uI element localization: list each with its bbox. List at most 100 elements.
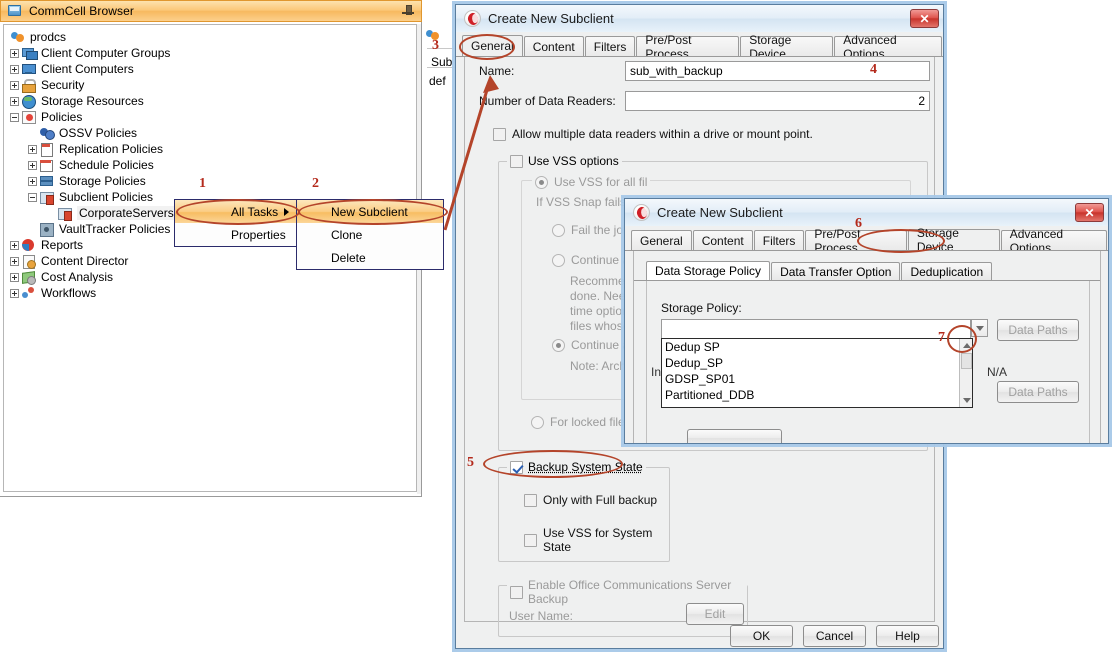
tree-item-replication-policies[interactable]: Replication Policies xyxy=(28,141,414,157)
tree-expand-icon[interactable] xyxy=(10,81,19,90)
name-input[interactable]: sub_with_backup xyxy=(625,61,930,81)
continue-1-radio[interactable] xyxy=(552,254,565,267)
menu-item-all-tasks[interactable]: All Tasks xyxy=(175,200,297,223)
tree-collapse-icon[interactable] xyxy=(28,193,37,202)
tree-expand-icon[interactable] xyxy=(10,289,19,298)
dropdown-scrollbar[interactable] xyxy=(959,339,972,407)
dialog1-tabstrip[interactable]: General Content Filters Pre/Post Process… xyxy=(456,35,943,57)
tree-item-label: Client Computer Groups xyxy=(41,46,170,60)
tree-item-label: Policies xyxy=(41,110,82,124)
tree-expand-icon[interactable] xyxy=(28,177,37,186)
tab-storage-device[interactable]: Storage Device xyxy=(740,36,833,57)
only-with-full-backup-checkbox[interactable] xyxy=(524,494,537,507)
fail-the-job-radio[interactable] xyxy=(552,224,565,237)
use-vss-all-files-radio[interactable] xyxy=(535,176,548,189)
tree-item-security[interactable]: Security xyxy=(10,77,414,93)
storage-policy-dropdown-button[interactable] xyxy=(971,319,988,337)
tab-storage-device[interactable]: Storage Device xyxy=(908,229,1000,251)
tree-item-label: Security xyxy=(41,78,84,92)
menu-item-delete[interactable]: Delete xyxy=(297,246,443,269)
tree-item-workflows[interactable]: Workflows xyxy=(10,285,414,301)
submenu-all-tasks[interactable]: New Subclient Clone Delete xyxy=(296,199,444,270)
tree-item-root[interactable]: prodcs xyxy=(10,29,414,45)
tree-item-label: Reports xyxy=(41,238,83,252)
menu-item-properties[interactable]: Properties xyxy=(175,223,297,246)
data-readers-input[interactable]: 2 xyxy=(625,91,930,111)
edit-button[interactable]: Edit xyxy=(686,603,744,625)
tab-filters[interactable]: Filters xyxy=(585,36,636,57)
tree-collapse-icon[interactable] xyxy=(10,113,19,122)
tab-pre-post-process[interactable]: Pre/Post Process xyxy=(636,36,739,57)
scroll-down-icon[interactable] xyxy=(960,394,973,407)
tree-expand-icon[interactable] xyxy=(28,145,37,154)
occluded-text-default: def xyxy=(429,74,446,88)
data-paths-button-2[interactable]: Data Paths xyxy=(997,381,1079,403)
tab-general[interactable]: General xyxy=(631,230,692,251)
allow-multiple-readers-checkbox[interactable] xyxy=(493,128,506,141)
subtab-deduplication[interactable]: Deduplication xyxy=(901,262,992,281)
use-vss-system-state-checkbox[interactable] xyxy=(524,534,537,547)
menu-item-clone[interactable]: Clone xyxy=(297,223,443,246)
tree-item-ossv-policies[interactable]: OSSV Policies xyxy=(28,125,414,141)
tree-item-cost-analysis[interactable]: Cost Analysis xyxy=(10,269,414,285)
fail-the-job-row[interactable]: Fail the job xyxy=(552,223,630,237)
enable-ocs-backup-checkbox[interactable] xyxy=(510,586,523,599)
close-icon[interactable]: ✕ xyxy=(910,9,939,28)
context-menu[interactable]: All Tasks Properties xyxy=(174,199,298,247)
data-paths-button-1[interactable]: Data Paths xyxy=(997,319,1079,341)
use-vss-options-header[interactable]: Use VSS options xyxy=(507,154,622,168)
storage-policy-dropdown-list[interactable]: Dedup SP Dedup_SP GDSP_SP01 Partitioned_… xyxy=(661,338,973,408)
tab-pre-post-process[interactable]: Pre/Post Process xyxy=(805,230,906,251)
tree-expand-icon[interactable] xyxy=(10,257,19,266)
tree-expand-icon[interactable] xyxy=(10,49,19,58)
tab-advanced-options[interactable]: Advanced Options xyxy=(1001,230,1107,251)
close-icon[interactable]: ✕ xyxy=(1075,203,1104,222)
use-vss-options-checkbox[interactable] xyxy=(510,155,523,168)
subtab-data-transfer-option[interactable]: Data Transfer Option xyxy=(771,262,900,281)
tab-advanced-options[interactable]: Advanced Options xyxy=(834,36,942,57)
scrollbar-thumb[interactable] xyxy=(961,353,972,369)
tree-item-client-computer-groups[interactable]: Client Computer Groups xyxy=(10,45,414,61)
dialog2-subtabstrip[interactable]: Data Storage Policy Data Transfer Option… xyxy=(634,261,1100,281)
data-storage-policy-panel: Storage Policy: In N/A Data Paths Data P… xyxy=(646,281,1090,444)
subtab-data-storage-policy[interactable]: Data Storage Policy xyxy=(646,261,770,281)
tree-expand-icon[interactable] xyxy=(10,273,19,282)
tab-content[interactable]: Content xyxy=(693,230,753,251)
tab-content[interactable]: Content xyxy=(524,36,584,57)
menu-item-label: All Tasks xyxy=(231,205,278,219)
dropdown-option[interactable]: GDSP_SP01 xyxy=(662,371,972,387)
only-with-full-backup-row[interactable]: Only with Full backup xyxy=(524,493,657,507)
use-vss-system-state-row[interactable]: Use VSS for System State xyxy=(524,526,669,554)
tab-filters[interactable]: Filters xyxy=(754,230,805,251)
backup-system-state-checkbox[interactable] xyxy=(510,461,523,474)
allow-multiple-readers-row[interactable]: Allow multiple data readers within a dri… xyxy=(493,127,813,141)
ok-button[interactable]: OK xyxy=(730,625,793,647)
enable-ocs-backup-header[interactable]: Enable Office Communications Server Back… xyxy=(507,578,747,606)
tab-general[interactable]: General xyxy=(462,35,523,57)
pin-icon[interactable] xyxy=(401,4,415,18)
tree-item-client-computers[interactable]: Client Computers xyxy=(10,61,414,77)
use-vss-all-files-row[interactable]: Use VSS for all fil xyxy=(532,175,650,189)
dropdown-option[interactable]: Dedup_SP xyxy=(662,355,972,371)
tree-item-schedule-policies[interactable]: Schedule Policies xyxy=(28,157,414,173)
help-button[interactable]: Help xyxy=(876,625,939,647)
tree-item-storage-policies[interactable]: Storage Policies xyxy=(28,173,414,189)
partial-button-bottom[interactable] xyxy=(687,429,782,444)
create-new-subclient-dialog-storage[interactable]: Create New Subclient ✕ General Content F… xyxy=(624,198,1109,444)
dialog2-tabstrip[interactable]: General Content Filters Pre/Post Process… xyxy=(625,229,1108,251)
tree-expand-icon[interactable] xyxy=(28,161,37,170)
dropdown-option[interactable]: Dedup SP xyxy=(662,339,972,355)
tree-item-policies[interactable]: Policies xyxy=(10,109,414,125)
tree-expand-icon[interactable] xyxy=(10,97,19,106)
dropdown-option[interactable]: Partitioned_DDB xyxy=(662,387,972,403)
locked-files-radio[interactable] xyxy=(531,416,544,429)
continue-2-radio[interactable] xyxy=(552,339,565,352)
tree-item-storage-resources[interactable]: Storage Resources xyxy=(10,93,414,109)
tree-expand-icon[interactable] xyxy=(10,65,19,74)
backup-system-state-header[interactable]: Backup System State xyxy=(507,460,646,474)
cancel-button[interactable]: Cancel xyxy=(803,625,866,647)
tree-expand-icon[interactable] xyxy=(10,241,19,250)
storage-policy-combobox[interactable] xyxy=(661,319,971,339)
scroll-up-icon[interactable] xyxy=(960,339,973,352)
menu-item-new-subclient[interactable]: New Subclient xyxy=(297,200,443,223)
